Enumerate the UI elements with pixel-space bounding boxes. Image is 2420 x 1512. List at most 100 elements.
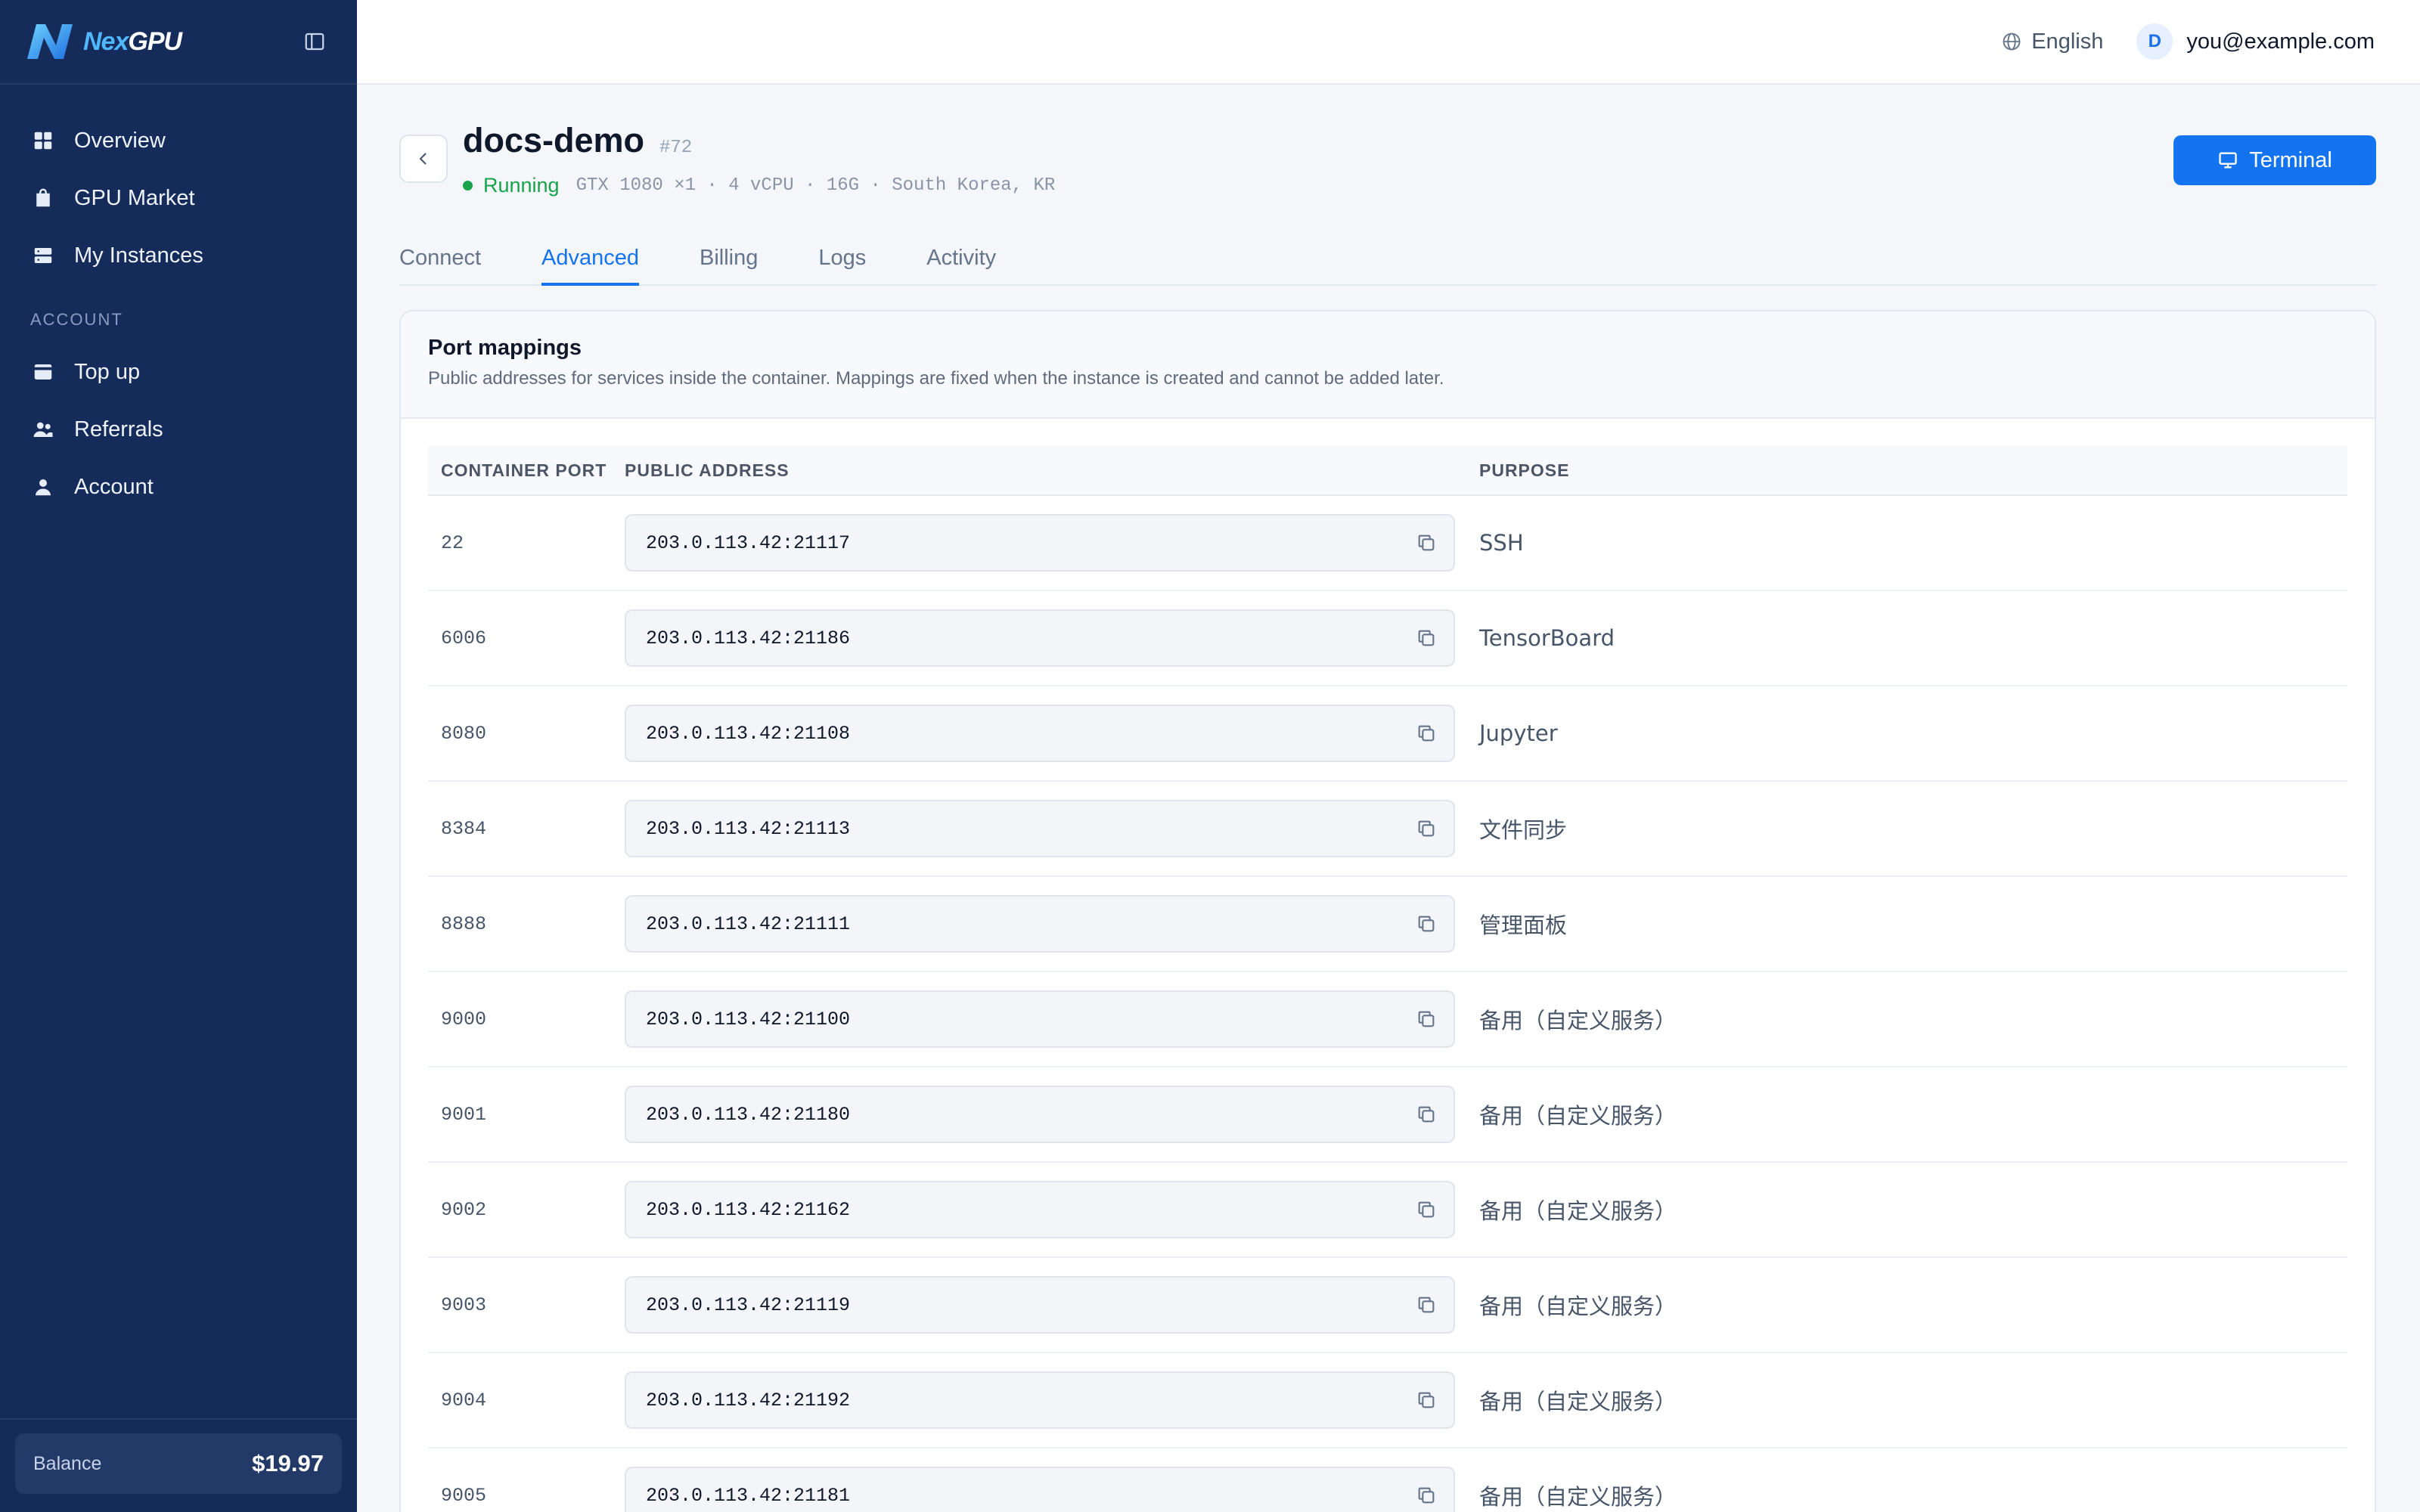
table-row: 9001 203.0.113.42:21180 备用（自定义服务） bbox=[428, 1067, 2347, 1163]
table-row: 9000 203.0.113.42:21100 备用（自定义服务） bbox=[428, 972, 2347, 1067]
tab-bar: Connect Advanced Billing Logs Activity bbox=[399, 239, 2376, 286]
address-cell: 203.0.113.42:21100 bbox=[625, 990, 1479, 1048]
purpose: Jupyter bbox=[1479, 720, 1558, 746]
card-header: Port mappings Public addresses for servi… bbox=[401, 311, 2375, 419]
balance-box[interactable]: Balance $19.97 bbox=[15, 1433, 342, 1494]
public-address-field[interactable]: 203.0.113.42:21113 bbox=[625, 800, 1455, 857]
card-subtitle: Public addresses for services inside the… bbox=[428, 368, 1444, 389]
user-icon bbox=[36, 479, 51, 496]
public-address-field[interactable]: 203.0.113.42:21117 bbox=[625, 514, 1455, 572]
purpose: 备用（自定义服务） bbox=[1479, 1103, 1677, 1129]
table-row: 9004 203.0.113.42:21192 备用（自定义服务） bbox=[428, 1353, 2347, 1448]
public-address: 203.0.113.42:21100 bbox=[646, 1008, 851, 1030]
copy-icon bbox=[1418, 820, 1435, 837]
public-address-field[interactable]: 203.0.113.42:21119 bbox=[625, 1276, 1455, 1334]
purpose: 备用（自定义服务） bbox=[1479, 1008, 1677, 1033]
back-button[interactable] bbox=[399, 135, 448, 183]
copy-button[interactable] bbox=[1416, 1104, 1437, 1125]
public-address: 203.0.113.42:21117 bbox=[646, 531, 851, 554]
sidebar-item-gpu-market[interactable]: GPU Market bbox=[0, 169, 357, 227]
copy-button[interactable] bbox=[1416, 1294, 1437, 1315]
public-address: 203.0.113.42:21192 bbox=[646, 1389, 851, 1411]
address-cell: 203.0.113.42:21181 bbox=[625, 1467, 1479, 1512]
chevron-left-icon bbox=[419, 153, 427, 165]
user-menu[interactable]: D you@example.com bbox=[2136, 23, 2375, 60]
copy-icon bbox=[1418, 916, 1435, 932]
sidebar-item-referrals[interactable]: Referrals bbox=[0, 401, 357, 458]
tab-connect[interactable]: Connect bbox=[399, 239, 481, 286]
copy-button[interactable] bbox=[1416, 627, 1437, 649]
copy-button[interactable] bbox=[1416, 818, 1437, 839]
table-row: 22 203.0.113.42:21117 SSH bbox=[428, 496, 2347, 591]
sidebar-item-my-instances[interactable]: My Instances bbox=[0, 227, 357, 284]
status-badge: Running bbox=[483, 174, 560, 197]
terminal-button[interactable]: Terminal bbox=[2173, 135, 2376, 185]
language-switcher[interactable]: English bbox=[2001, 29, 2103, 54]
copy-button[interactable] bbox=[1416, 723, 1437, 744]
terminal-label: Terminal bbox=[2249, 147, 2332, 172]
copy-button[interactable] bbox=[1416, 913, 1437, 934]
public-address: 203.0.113.42:21108 bbox=[646, 722, 851, 745]
public-address-field[interactable]: 203.0.113.42:21100 bbox=[625, 990, 1455, 1048]
column-header-purpose: PURPOSE bbox=[1479, 460, 1570, 480]
tab-logs[interactable]: Logs bbox=[818, 239, 866, 286]
card-icon bbox=[34, 364, 52, 380]
purpose: TensorBoard bbox=[1479, 625, 1615, 651]
public-address: 203.0.113.42:21111 bbox=[646, 912, 851, 935]
copy-icon bbox=[1418, 630, 1435, 646]
purpose: SSH bbox=[1479, 530, 1524, 556]
public-address-field[interactable]: 203.0.113.42:21180 bbox=[625, 1086, 1455, 1143]
public-address: 203.0.113.42:21181 bbox=[646, 1484, 851, 1507]
copy-button[interactable] bbox=[1416, 1485, 1437, 1506]
table-row: 9002 203.0.113.42:21162 备用（自定义服务） bbox=[428, 1163, 2347, 1258]
sidebar-item-top-up[interactable]: Top up bbox=[0, 343, 357, 401]
tab-billing[interactable]: Billing bbox=[700, 239, 758, 286]
copy-button[interactable] bbox=[1416, 1009, 1437, 1030]
public-address-field[interactable]: 203.0.113.42:21108 bbox=[625, 705, 1455, 762]
container-port: 9001 bbox=[441, 1103, 487, 1126]
table-header: CONTAINER PORT PUBLIC ADDRESS PURPOSE bbox=[428, 446, 2347, 496]
port-table: CONTAINER PORT PUBLIC ADDRESS PURPOSE 22… bbox=[428, 446, 2347, 1512]
page-title: docs-demo bbox=[463, 121, 645, 160]
copy-button[interactable] bbox=[1416, 1390, 1437, 1411]
copy-button[interactable] bbox=[1416, 1199, 1437, 1220]
container-port: 8888 bbox=[441, 912, 487, 935]
address-cell: 203.0.113.42:21111 bbox=[625, 895, 1479, 953]
balance-value: $19.97 bbox=[252, 1450, 324, 1476]
purpose: 管理面板 bbox=[1479, 912, 1568, 938]
sidebar-item-overview[interactable]: Overview bbox=[0, 112, 357, 169]
address-cell: 203.0.113.42:21192 bbox=[625, 1371, 1479, 1429]
copy-button[interactable] bbox=[1416, 532, 1437, 553]
sidebar-item-account[interactable]: Account bbox=[0, 458, 357, 516]
tab-advanced[interactable]: Advanced bbox=[541, 239, 640, 286]
container-port: 9000 bbox=[441, 1008, 487, 1030]
sidebar-item-label: Account bbox=[74, 474, 154, 499]
sidebar-item-label: My Instances bbox=[74, 243, 203, 268]
address-cell: 203.0.113.42:21108 bbox=[625, 705, 1479, 762]
monitor-icon bbox=[2219, 152, 2237, 169]
public-address-field[interactable]: 203.0.113.42:21162 bbox=[625, 1181, 1455, 1238]
purpose: 备用（自定义服务） bbox=[1479, 1389, 1677, 1414]
public-address-field[interactable]: 203.0.113.42:21181 bbox=[625, 1467, 1455, 1512]
status-dot-icon bbox=[463, 181, 473, 191]
sidebar-item-label: Referrals bbox=[74, 417, 163, 442]
logo-icon bbox=[27, 24, 73, 59]
tab-activity[interactable]: Activity bbox=[926, 239, 996, 286]
copy-icon bbox=[1418, 725, 1435, 742]
sidebar-nav: Overview GPU Market My Instances ACCOUNT… bbox=[0, 85, 357, 516]
container-port: 8384 bbox=[441, 817, 487, 840]
public-address-field[interactable]: 203.0.113.42:21192 bbox=[625, 1371, 1455, 1429]
bag-icon bbox=[36, 188, 50, 207]
table-row: 8080 203.0.113.42:21108 Jupyter bbox=[428, 686, 2347, 782]
public-address-field[interactable]: 203.0.113.42:21186 bbox=[625, 609, 1455, 667]
sidebar-toggle-button[interactable] bbox=[298, 25, 331, 58]
brand-row: NexGPU bbox=[0, 0, 357, 85]
public-address-field[interactable]: 203.0.113.42:21111 bbox=[625, 895, 1455, 953]
public-address: 203.0.113.42:21119 bbox=[646, 1294, 851, 1316]
logo[interactable]: NexGPU bbox=[23, 20, 182, 64]
address-cell: 203.0.113.42:21186 bbox=[625, 609, 1479, 667]
table-row: 9005 203.0.113.42:21181 备用（自定义服务） bbox=[428, 1448, 2347, 1512]
globe-icon bbox=[2003, 33, 2021, 51]
container-port: 9002 bbox=[441, 1198, 487, 1221]
table-row: 8384 203.0.113.42:21113 文件同步 bbox=[428, 782, 2347, 877]
